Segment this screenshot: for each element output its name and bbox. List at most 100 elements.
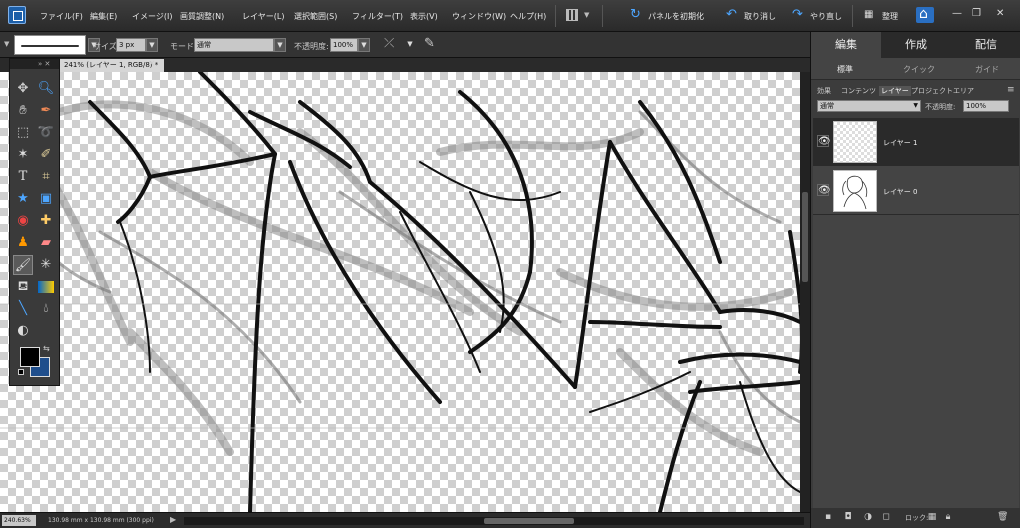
zoom-tool-icon[interactable]: 🔍︎	[36, 79, 56, 99]
close-document-icon[interactable]: ×	[148, 59, 156, 69]
blend-mode-select[interactable]: 通常 ▼	[817, 100, 921, 112]
redo-button[interactable]: やり直し	[810, 11, 842, 22]
tools-header[interactable]: » ✕	[10, 59, 59, 69]
new-group-icon[interactable]: ◘	[843, 512, 853, 522]
chevron-down-icon[interactable]: ▼	[584, 11, 589, 19]
opacity-input[interactable]: 100%	[330, 38, 358, 52]
menu-filter[interactable]: フィルター(T)	[352, 11, 403, 22]
menu-file[interactable]: ファイル(F)	[40, 11, 83, 22]
close-icon[interactable]: ✕	[996, 8, 1004, 19]
tab-share[interactable]: 配信	[951, 32, 1020, 58]
organizer-icon[interactable]: ▦	[864, 8, 873, 22]
layer-row[interactable]: 👁︎ レイヤー 1	[813, 118, 1019, 166]
layer-mask-icon[interactable]: ◻	[881, 512, 891, 522]
view-layout-icon[interactable]	[566, 9, 578, 21]
tab-content[interactable]: コンテンツ	[841, 86, 876, 96]
gradient-tool-icon[interactable]	[38, 281, 54, 293]
eraser-tool-icon[interactable]: ▰	[36, 233, 56, 253]
opacity-dropdown[interactable]: ▼	[358, 38, 370, 52]
layer-opacity-input[interactable]: 100%	[963, 100, 1009, 112]
visibility-eye-icon[interactable]: 👁︎	[817, 135, 831, 147]
subtab-guided[interactable]: ガイド	[975, 64, 999, 75]
horizontal-scrollbar[interactable]	[184, 517, 804, 525]
canvas[interactable]	[0, 72, 808, 512]
airbrush-icon[interactable]: ⤫	[384, 37, 394, 51]
menu-select[interactable]: 選択範囲(S)	[294, 11, 337, 22]
menu-edit[interactable]: 編集(E)	[90, 11, 117, 22]
layer-row[interactable]: 👁︎ レイヤー 0	[813, 167, 1019, 215]
delete-layer-icon[interactable]: 🗑︎	[997, 512, 1008, 522]
magic-wand-tool-icon[interactable]: ✶	[13, 145, 33, 165]
hand-tool-icon[interactable]: ✋︎	[13, 101, 33, 121]
crop-tool-icon[interactable]: ⌗	[36, 167, 56, 187]
size-dropdown[interactable]: ▼	[146, 38, 158, 52]
minimize-icon[interactable]: —	[952, 8, 962, 19]
brush-preset-picker[interactable]	[14, 35, 86, 55]
smart-brush-tool-icon[interactable]: ✳	[36, 255, 56, 275]
menu-bar: ファイル(F) 編集(E) イメージ(I) 画質調整(N) レイヤー(L) 選択…	[0, 0, 1020, 32]
tab-project-bin[interactable]: プロジェクトエリア	[911, 86, 974, 96]
visibility-eye-icon[interactable]: 👁︎	[817, 184, 831, 196]
brush-settings-icon[interactable]: ✎	[424, 37, 435, 51]
undo-button[interactable]: 取り消し	[744, 11, 776, 22]
tab-layers[interactable]: レイヤー	[879, 86, 911, 96]
marquee-tool-icon[interactable]: ⬚	[13, 123, 33, 143]
paint-bucket-tool-icon[interactable]: ⛾	[13, 277, 33, 297]
restore-icon[interactable]: ❐	[972, 8, 981, 19]
menu-window[interactable]: ウィンドウ(W)	[452, 11, 506, 22]
quick-selection-tool-icon[interactable]: ✐	[36, 145, 56, 165]
scroll-thumb[interactable]	[802, 192, 808, 282]
menu-help[interactable]: ヘルプ(H)	[510, 11, 546, 22]
menu-enhance[interactable]: 画質調整(N)	[180, 11, 224, 22]
brush-tool-icon[interactable]: 🖌︎	[13, 255, 33, 275]
move-tool-icon[interactable]: ✥	[13, 79, 33, 99]
line-tool-icon[interactable]: ╲	[13, 299, 33, 319]
new-layer-icon[interactable]: ▪	[823, 512, 833, 522]
swap-colors-icon[interactable]: ⇆	[43, 344, 50, 353]
mode-select[interactable]: 通常	[194, 38, 274, 52]
app-icon[interactable]	[8, 6, 26, 24]
adjustment-layer-icon[interactable]: ◑	[863, 512, 873, 522]
foreground-color[interactable]	[20, 347, 40, 367]
subtab-quick[interactable]: クイック	[903, 64, 935, 75]
menu-layer[interactable]: レイヤー(L)	[242, 11, 284, 22]
blend-mode-value: 通常	[820, 102, 834, 110]
vertical-scrollbar[interactable]	[800, 72, 810, 512]
menu-image[interactable]: イメージ(I)	[132, 11, 172, 22]
undo-icon[interactable]: ↶	[726, 8, 737, 22]
panel-menu-icon[interactable]: ≡	[1007, 85, 1015, 95]
reset-panels-button[interactable]: パネルを初期化	[648, 11, 704, 22]
scroll-thumb[interactable]	[484, 518, 574, 524]
subtab-full[interactable]: 標準	[837, 64, 853, 75]
mode-dropdown[interactable]: ▼	[274, 38, 286, 52]
lock-transparency-icon[interactable]: ▦	[927, 512, 937, 522]
organizer-button[interactable]: 整理	[882, 11, 898, 22]
chevron-down-icon[interactable]: ▼	[4, 40, 9, 48]
tab-edit[interactable]: 編集	[811, 32, 881, 58]
healing-brush-tool-icon[interactable]: ✚	[36, 211, 56, 231]
chevron-down-icon[interactable]: ▼	[404, 38, 416, 52]
home-icon[interactable]	[916, 6, 934, 23]
size-input[interactable]: 3 px	[116, 38, 146, 52]
straighten-tool-icon[interactable]: ◐	[13, 321, 33, 341]
status-menu-arrow-icon[interactable]: ▶	[170, 515, 176, 524]
redo-icon[interactable]: ↷	[792, 8, 803, 22]
cookie-cutter-tool-icon[interactable]: ★	[13, 189, 33, 209]
clone-stamp-tool-icon[interactable]: ♟	[13, 233, 33, 253]
tab-create[interactable]: 作成	[881, 32, 951, 58]
default-colors-icon[interactable]	[18, 369, 24, 375]
red-eye-tool-icon[interactable]: ◉	[13, 211, 33, 231]
eyedropper-tool-icon[interactable]: ✒	[36, 101, 56, 121]
reset-panels-icon[interactable]: ↻	[630, 8, 641, 22]
blur-tool-icon[interactable]: 💧︎	[36, 299, 56, 319]
type-tool-icon[interactable]: T	[13, 167, 33, 187]
lasso-tool-icon[interactable]: ➰	[36, 123, 56, 143]
mode-label: モード:	[170, 42, 197, 51]
tab-effects[interactable]: 効果	[817, 86, 831, 96]
lock-all-icon[interactable]: 🔒︎	[943, 512, 953, 522]
menu-view[interactable]: 表示(V)	[410, 11, 438, 22]
layer-name[interactable]: レイヤー 0	[883, 187, 917, 197]
recompose-tool-icon[interactable]: ▣	[36, 189, 56, 209]
layer-name[interactable]: レイヤー 1	[883, 138, 917, 148]
zoom-level[interactable]: 240.63%	[2, 515, 36, 526]
